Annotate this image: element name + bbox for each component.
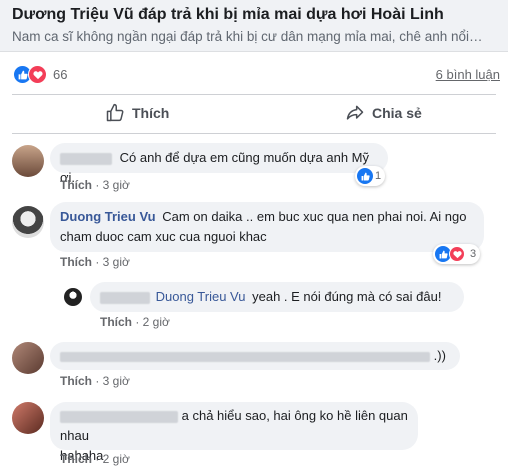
comment-reaction-count: 3 [470,248,477,260]
avatar[interactable] [12,145,44,177]
comment-timestamp[interactable]: 3 giờ [103,255,130,269]
comment-like-link[interactable]: Thích [100,315,132,329]
comment-timestamp[interactable]: 3 giờ [103,374,130,388]
mentioned-user[interactable]: Duong Trieu Vu [156,289,246,304]
comment-meta: Thích · 3 giờ [60,255,130,269]
comment-reaction-badge[interactable]: 1 [355,166,386,186]
post-action-bar: Thích Chia sẻ [12,94,496,134]
redacted-author-name [60,410,178,423]
comment-like-link[interactable]: Thích [60,452,92,466]
love-icon [449,246,465,262]
comment-meta: Thích · 3 giờ [60,374,130,388]
comment-author[interactable]: Duong Trieu Vu [60,209,156,224]
comment-reaction-count: 1 [375,170,382,182]
share-button-label: Chia sẻ [372,105,422,121]
like-icon [357,168,373,184]
link-preview-card[interactable]: Dương Triệu Vũ đáp trả khi bị mỉa mai dự… [0,0,508,52]
comment-meta: Thích · 3 giờ [60,178,130,192]
reply-item: Duong Trieu Vu yeah . E nói đúng mà có s… [0,282,508,330]
reaction-stats-bar: 66 6 bình luận [0,58,508,90]
comment-reaction-badge[interactable]: 3 [433,244,481,264]
comment-bubble: Duong Trieu Vu yeah . E nói đúng mà có s… [90,282,464,312]
comment-bubble: .)) [50,342,460,370]
avatar[interactable] [64,288,82,306]
redacted-comment-text [60,351,430,362]
comment-bubble: Duong Trieu Vu Cam on daika .. em buc xu… [50,202,484,252]
comment-text: yeah . E nói đúng mà có sai đâu! [252,289,442,304]
comment-meta: Thích · 2 giờ [100,315,170,329]
comment-timestamp[interactable]: 2 giờ [143,315,170,329]
comment-like-link[interactable]: Thích [60,178,92,192]
comment-like-link[interactable]: Thích [60,255,92,269]
comment-bubble: Có anh để dựa em cũng muốn dựa anh Mỹ ơi… [50,143,388,185]
love-icon [28,65,47,84]
share-button[interactable]: Chia sẻ [345,103,422,123]
redacted-author-name [60,152,112,165]
comment-bubble: a chả hiểu sao, hai ông ko hề liên quan … [50,402,418,463]
comment-timestamp[interactable]: 3 giờ [103,178,130,192]
like-button-label: Thích [132,105,170,121]
comment-text-line-2: cham duoc cam xuc cua nguoi khac [60,229,267,244]
avatar[interactable] [12,402,44,434]
comment-item: a chả hiểu sao, hai ông ko hề liên quan … [0,402,508,468]
link-description: Nam ca sĩ không ngần ngại đáp trả khi bị… [12,29,483,44]
comment-like-link[interactable]: Thích [60,374,92,388]
like-button[interactable]: Thích [105,103,169,123]
avatar[interactable] [12,206,44,238]
reaction-icons[interactable] [13,65,49,85]
comment-text: .)) [433,348,446,363]
thumbs-up-icon [106,103,124,122]
comment-meta: Thích · 2 giờ [60,452,130,466]
comment-item: .)) Thích · 3 giờ [0,342,508,390]
comment-text-line-1: Cam on daika .. em buc xuc qua nen phai … [162,209,467,224]
avatar[interactable] [12,342,44,374]
share-arrow-icon [346,105,364,120]
comment-timestamp[interactable]: 2 giờ [103,452,130,466]
comments-count-link[interactable]: 6 bình luận [436,67,500,82]
reaction-count[interactable]: 66 [53,67,67,82]
comment-item: Duong Trieu Vu Cam on daika .. em buc xu… [0,202,508,272]
link-title[interactable]: Dương Triệu Vũ đáp trả khi bị mỉa mai dự… [12,6,444,24]
comment-item: Có anh để dựa em cũng muốn dựa anh Mỹ ơi… [0,143,508,195]
redacted-author-name [100,291,150,304]
